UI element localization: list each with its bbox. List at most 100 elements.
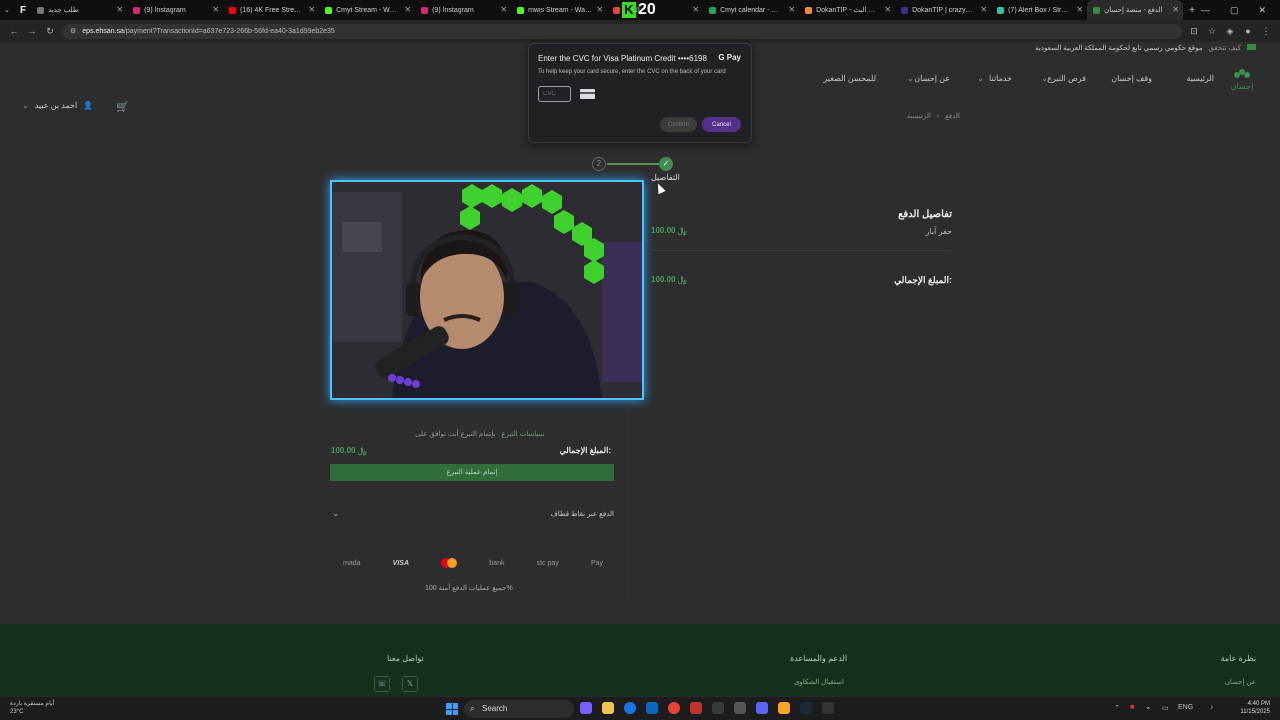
back-icon[interactable]: ← [8,26,20,36]
tab-close-icon[interactable]: ✕ [116,5,123,14]
weather-widget[interactable]: أيام مستقرة باردة 23°C [10,700,54,716]
browser-tab[interactable]: (16) 4K Free Stream St ✕ [223,0,319,20]
bank-logo: bank [489,559,505,567]
profile-icon[interactable]: F [14,0,31,20]
outlook-icon[interactable] [646,702,658,714]
browser-tab[interactable]: DokanTIP - سجل البث ✕ [799,0,895,20]
app-icon[interactable] [778,702,790,714]
volume-icon[interactable]: ♪ [1210,704,1214,711]
chevron-down-icon: ⌄ [1041,74,1048,83]
tab-label: (7) Alert Box / Stream [1008,6,1073,14]
cvc-input[interactable] [538,86,571,102]
tab-close-icon[interactable]: ✕ [692,5,699,14]
user-menu[interactable]: ⌄ احمد بن عبيد 👤 [22,101,93,110]
install-icon[interactable]: ⊡ [1188,26,1200,37]
nav-donation-opps[interactable]: فرص التبرع [1047,74,1086,83]
file-explorer-icon[interactable] [602,702,614,714]
url-field[interactable]: ⚙ eps.ehsan.sa /payment?TransactionId=a6… [62,23,1182,39]
close-window-icon[interactable]: ✕ [1258,5,1266,16]
cancel-button[interactable]: Cancel [702,117,741,132]
address-bar: ← → ↻ ⚙ eps.ehsan.sa /payment?Transactio… [0,20,1280,42]
system-clock[interactable]: 4:40 PM 11/15/2025 [1240,700,1270,716]
tab-label: mwis Stream - Watch L [528,6,592,14]
windows-start-icon[interactable] [446,703,458,715]
browser-tab[interactable]: (9) Instagram ✕ [127,0,223,20]
app-icon[interactable] [712,702,724,714]
browser-tab[interactable]: Cmyt calendar - بيانات ✕ [703,0,799,20]
settings-gear-icon[interactable] [734,702,746,714]
browser-tab[interactable]: Cmyt Stream - Watch ✕ [319,0,415,20]
tab-close-icon[interactable]: ✕ [980,5,987,14]
browser-tab[interactable]: (9) Instagram ✕ [415,0,511,20]
mastercard-logo [441,558,458,568]
minimize-icon[interactable]: — [1201,5,1210,16]
panel-total-amount: 100.00 ﷼ [331,446,367,455]
tab-close-icon[interactable]: ✕ [884,5,891,14]
breadcrumb-home[interactable]: الرئيسية [907,113,931,120]
confirm-button[interactable]: Confirm [660,117,697,132]
browser-tab[interactable]: DokanTIP | crazymage ✕ [895,0,991,20]
monitor-icon[interactable]: ▭ [1162,704,1169,712]
gov-verify-link[interactable]: كيف تتحقق [1208,45,1241,52]
browser-tab[interactable]: mwis Stream - Watch L ✕ [511,0,607,20]
forward-icon[interactable]: → [26,26,38,36]
tray-chevron-icon[interactable]: ⌃ [1114,704,1120,712]
nav-home[interactable]: الرئيسية [1186,74,1214,83]
site-info-icon[interactable]: ⚙ [70,27,76,35]
tab-close-icon[interactable]: ✕ [596,5,603,14]
edge-icon[interactable] [624,702,636,714]
breadcrumb: الدفع › الرئيسية [907,112,960,120]
points-payment-toggle[interactable]: ⌄ الدفع عبر نقاط قطاف [330,508,614,522]
reload-icon[interactable]: ↻ [44,26,56,37]
footer-about-link[interactable]: عن إحسان [1225,678,1256,686]
phone-icon[interactable]: ☏ [374,676,390,692]
nav-services[interactable]: خدماتنا [989,74,1012,83]
chrome-icon[interactable] [668,702,680,714]
profile-avatar-icon[interactable]: ● [1242,26,1254,36]
tab-close-icon[interactable]: ✕ [212,5,219,14]
total-label: المبلغ الإجمالي: [894,275,952,285]
tab-close-icon[interactable]: ✕ [1076,5,1083,14]
tray-app-icon[interactable]: ■ [1130,704,1134,711]
discord-icon[interactable] [756,702,768,714]
browser-tab[interactable]: الدفع - منصة إحسان ✕ [1087,0,1184,20]
menu-icon[interactable]: ⋮ [1260,26,1272,37]
new-tab-icon[interactable]: + [1183,5,1201,16]
breadcrumb-separator: › [936,113,940,120]
browser-tab[interactable]: طلب جديد ✕ [31,0,127,20]
footer-support-heading: الدعم والمساعدة [790,654,848,663]
tab-close-icon[interactable]: ✕ [404,5,411,14]
browser-tab[interactable]: (7) Alert Box / Stream ✕ [991,0,1087,20]
maximize-icon[interactable]: ▢ [1230,5,1239,16]
copilot-icon[interactable] [580,702,592,714]
apple-pay-logo: Pay [591,560,603,567]
nav-about[interactable]: عن إحسان [914,74,950,83]
nav-waqf[interactable]: وقف إحسان [1111,74,1152,83]
tab-list-button[interactable]: ⌄ [0,0,14,20]
steam-icon[interactable] [800,702,812,714]
gpay-logo: G Pay [718,53,741,62]
nav-small-donor[interactable]: للمحسن الصغير [823,74,876,83]
cart-icon[interactable]: 🛒 [116,102,128,113]
stream-overlay-badge: K 20 [622,1,656,19]
tab-close-icon[interactable]: ✕ [788,5,795,14]
tab-close-icon[interactable]: ✕ [500,5,507,14]
bookmark-star-icon[interactable]: ☆ [1206,26,1218,37]
terms-label: بإتمام التبرع أنت توافق على [415,431,496,438]
language-indicator[interactable]: ENG [1178,704,1193,711]
font-app-icon[interactable] [822,702,834,714]
tab-label: DokanTIP | crazymage [912,6,977,14]
footer-complaints-link[interactable]: استقبال الشكاوى [794,678,844,686]
taskbar-search[interactable]: ⌕ Search [464,700,574,718]
network-icon[interactable]: ⌁ [1146,704,1150,712]
tab-close-icon[interactable]: ✕ [1172,5,1179,14]
terms-link[interactable]: سياسات التبرع [501,431,544,438]
complete-donation-button[interactable]: إتمام عملية التبرع [330,464,614,481]
url-path: /payment?TransactionId=a637e723-266b-56f… [123,27,335,35]
x-social-icon[interactable]: 𝕏 [402,676,418,692]
media-app-icon[interactable] [690,702,702,714]
tab-favicon-icon [421,6,429,14]
tab-close-icon[interactable]: ✕ [308,5,315,14]
gpay-help-text: To help keep your card secure, enter the… [538,69,726,75]
extensions-icon[interactable]: ◈ [1224,26,1236,37]
